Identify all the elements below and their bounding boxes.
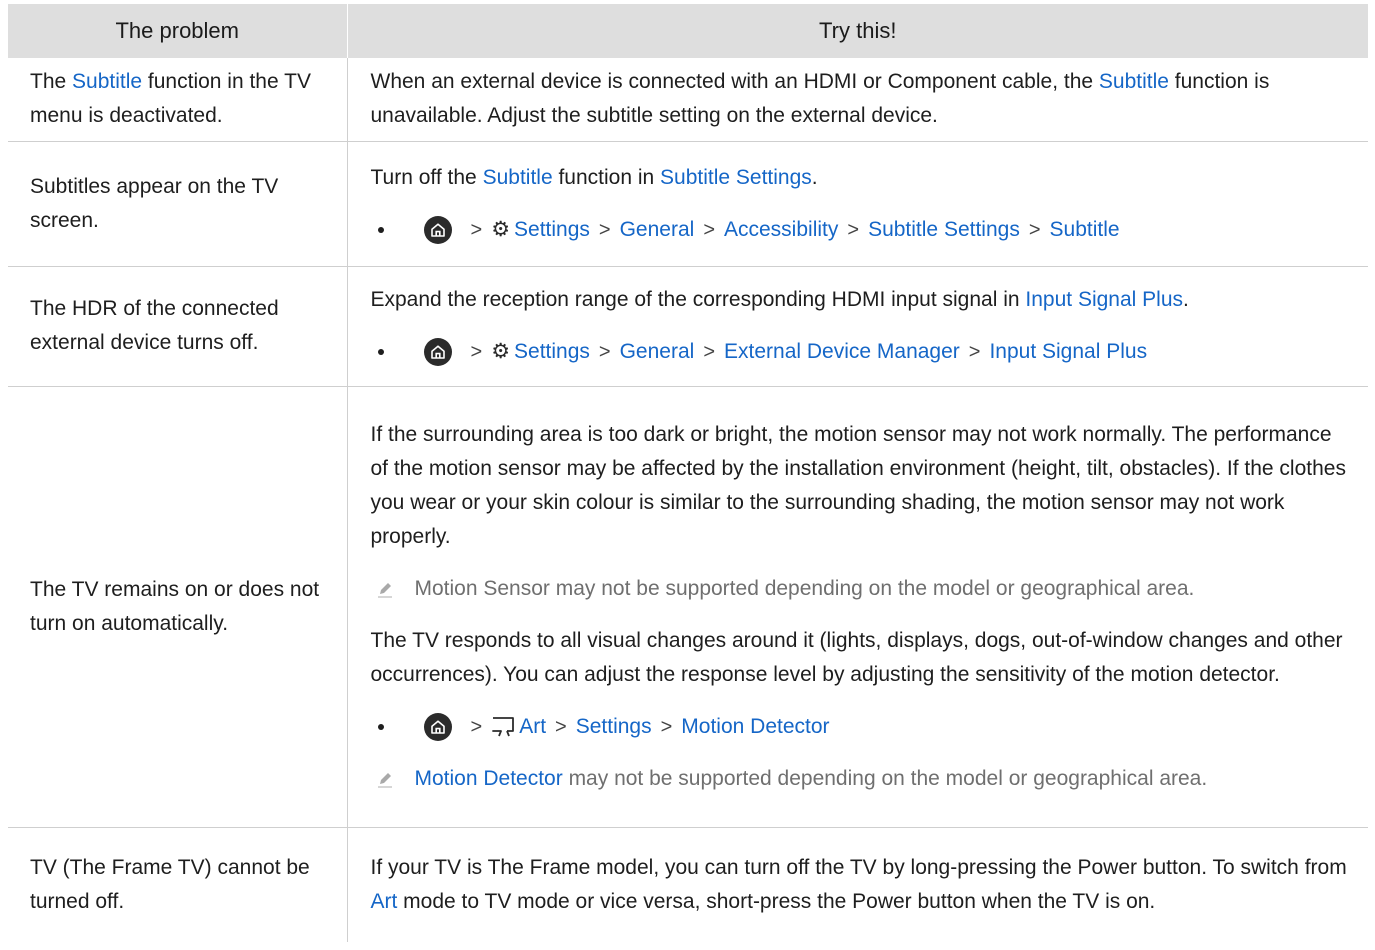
bullet-icon (377, 723, 384, 730)
header-try-this: Try this! (347, 4, 1368, 58)
path-item[interactable]: Settings (514, 335, 590, 369)
problem-text: The (30, 70, 73, 94)
path-item[interactable]: General (620, 213, 695, 247)
subtitle-settings-link[interactable]: Subtitle Settings (660, 166, 812, 189)
header-problem: The problem (8, 4, 348, 58)
menu-path: > Art > Settings > Motion Detector (371, 710, 1355, 744)
home-icon (423, 338, 452, 366)
table-row: The HDR of the connected external device… (8, 266, 1368, 387)
solution-text: mode to TV mode or vice versa, short-pre… (397, 889, 1156, 913)
note-text: Motion Sensor may not be supported depen… (414, 576, 1195, 600)
path-item[interactable]: General (620, 335, 695, 369)
art-link[interactable]: Art (371, 890, 398, 913)
chevron-right-icon: > (968, 341, 981, 363)
table-row: TV (The Frame TV) cannot be turned off. … (8, 827, 1368, 942)
chevron-right-icon: > (847, 218, 860, 241)
path-item[interactable]: Accessibility (724, 213, 838, 247)
chevron-right-icon: > (660, 715, 673, 738)
bullet-icon (377, 226, 384, 233)
path-item[interactable]: Subtitle (1050, 213, 1120, 247)
pencil-note-icon (377, 762, 395, 788)
note-text: Motion Detector may not be supported dep… (414, 766, 1208, 790)
troubleshooting-table: The problem Try this! The Subtitle funct… (8, 4, 1368, 942)
table-header-row: The problem Try this! (8, 4, 1368, 58)
chevron-right-icon: > (1028, 218, 1041, 241)
home-icon (423, 215, 452, 244)
gear-icon: ⚙ (491, 340, 511, 363)
chevron-right-icon: > (470, 715, 483, 738)
chevron-right-icon: > (470, 218, 483, 241)
subtitle-link[interactable]: Subtitle (1099, 70, 1169, 93)
home-icon (423, 712, 452, 741)
chevron-right-icon: > (598, 341, 611, 363)
solution-text: Turn off the Subtitle function in Subtit… (370, 165, 818, 189)
pencil-note-icon (377, 572, 395, 598)
note: Motion Detector may not be supported dep… (371, 762, 1355, 796)
solution-cell: If the surrounding area is too dark or b… (347, 386, 1368, 828)
solution-cell: When an external device is connected wit… (347, 58, 1368, 142)
problem-cell: The Subtitle function in the TV menu is … (8, 58, 348, 142)
solution-cell: If your TV is The Frame model, you can t… (347, 827, 1368, 942)
subtitle-link[interactable]: Subtitle (72, 70, 142, 93)
note: Motion Sensor may not be supported depen… (371, 572, 1355, 606)
menu-path: > ⚙ Settings > General > External Device… (371, 335, 1355, 369)
chevron-right-icon: > (598, 218, 611, 241)
subtitle-link[interactable]: Subtitle (483, 166, 553, 189)
solution-text: If your TV is The Frame model, you can t… (370, 855, 1347, 879)
chevron-right-icon: > (703, 218, 715, 241)
solution-cell: Turn off the Subtitle function in Subtit… (347, 141, 1368, 267)
table-row: The Subtitle function in the TV menu is … (8, 58, 1368, 142)
solution-cell: Expand the reception range of the corres… (347, 266, 1368, 387)
problem-cell: TV (The Frame TV) cannot be turned off. (8, 827, 348, 942)
input-signal-plus-link[interactable]: Input Signal Plus (1025, 288, 1183, 311)
bullet-icon (377, 349, 384, 355)
path-item[interactable]: Motion Detector (681, 710, 829, 744)
path-item[interactable]: Settings (514, 213, 590, 247)
table-row: The TV remains on or does not turn on au… (8, 386, 1368, 828)
motion-detector-link[interactable]: Motion Detector (415, 767, 563, 790)
solution-text: When an external device is connected wit… (370, 70, 1099, 94)
problem-cell: Subtitles appear on the TV screen. (8, 141, 348, 267)
gear-icon: ⚙ (491, 217, 511, 241)
solution-text: If the surrounding area is too dark or b… (370, 422, 1346, 548)
path-item[interactable]: Subtitle Settings (868, 213, 1020, 247)
solution-text: Expand the reception range of the corres… (370, 288, 1189, 311)
table-row: Subtitles appear on the TV screen. Turn … (8, 141, 1368, 267)
chevron-right-icon: > (703, 341, 715, 363)
frame-art-icon (491, 716, 515, 738)
problem-cell: The HDR of the connected external device… (8, 266, 348, 387)
menu-path: > ⚙ Settings > General > Accessibility >… (371, 213, 1355, 247)
path-item[interactable]: Art (519, 710, 546, 744)
problem-cell: The TV remains on or does not turn on au… (8, 386, 348, 828)
path-item[interactable]: Input Signal Plus (989, 335, 1147, 369)
path-item[interactable]: External Device Manager (724, 335, 960, 369)
solution-text: The TV responds to all visual changes ar… (370, 628, 1343, 686)
chevron-right-icon: > (555, 715, 567, 738)
path-item[interactable]: Settings (576, 710, 652, 744)
chevron-right-icon: > (470, 341, 483, 363)
